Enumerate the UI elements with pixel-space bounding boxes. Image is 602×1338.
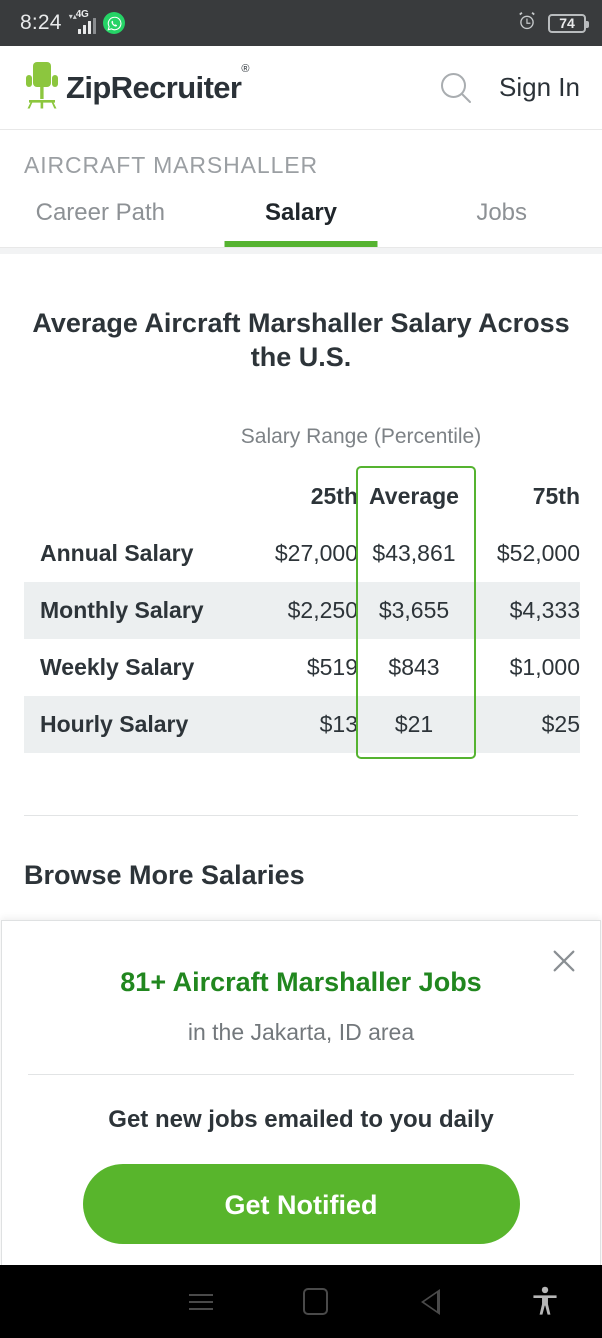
monthly-p25: $2,250 — [248, 582, 358, 639]
recents-glyph — [189, 1289, 213, 1315]
tab-career-path[interactable]: Career Path — [0, 193, 201, 247]
page-content: Average Aircraft Marshaller Salary Acros… — [0, 248, 602, 891]
status-bar-left: 8:24 ▾▴ 4G — [20, 11, 125, 35]
salary-table-body: Annual Salary $27,000 $43,861 $52,000 Mo… — [24, 525, 580, 753]
salary-table-head: 25th Average 75th — [24, 468, 580, 525]
annual-average: $43,861 — [358, 525, 470, 582]
job-title-section: AIRCRAFT MARSHALLER Career Path Salary J… — [0, 130, 602, 248]
android-nav-bar — [0, 1265, 602, 1338]
registered-mark: ® — [241, 63, 249, 75]
battery-level-label: 74 — [559, 15, 575, 31]
job-alert-modal: 81+ Aircraft Marshaller Jobs in the Jaka… — [1, 920, 601, 1265]
hourly-p25: $13 — [248, 696, 358, 753]
table-header-row: 25th Average 75th — [24, 468, 580, 525]
modal-subtitle: in the Jakarta, ID area — [2, 1019, 600, 1046]
status-bar-right: 74 — [516, 10, 586, 37]
salary-table: 25th Average 75th Annual Salary $27,000 … — [24, 468, 580, 753]
weekly-average: $843 — [358, 639, 470, 696]
get-notified-button[interactable]: Get Notified — [83, 1164, 520, 1244]
status-bar-clock: 8:24 — [20, 11, 62, 35]
back-triangle-icon[interactable] — [373, 1265, 488, 1338]
network-type-label: 4G — [76, 9, 89, 20]
weekly-p25: $519 — [248, 639, 358, 696]
alarm-clock-icon — [516, 10, 538, 37]
table-row: Weekly Salary $519 $843 $1,000 — [24, 639, 580, 696]
close-icon[interactable] — [542, 939, 586, 983]
accessibility-icon[interactable] — [487, 1265, 602, 1338]
page-title: Average Aircraft Marshaller Salary Acros… — [24, 307, 578, 375]
android-status-bar: 8:24 ▾▴ 4G 74 — [0, 0, 602, 46]
modal-divider — [28, 1074, 574, 1075]
header-75th: 75th — [470, 468, 580, 525]
header-average: Average — [358, 468, 470, 525]
brand-name: ZipRecruiter® — [66, 70, 249, 106]
header-blank — [24, 468, 248, 525]
browse-more-salaries-heading: Browse More Salaries — [24, 860, 578, 891]
hourly-average: $21 — [358, 696, 470, 753]
recents-menu-icon[interactable] — [143, 1265, 258, 1338]
table-row: Annual Salary $27,000 $43,861 $52,000 — [24, 525, 580, 582]
section-divider — [24, 815, 578, 816]
row-label-weekly: Weekly Salary — [24, 639, 248, 696]
tab-bar: Career Path Salary Jobs — [0, 193, 602, 248]
header-actions: Sign In — [435, 67, 580, 109]
whatsapp-icon — [103, 12, 125, 34]
row-label-hourly: Hourly Salary — [24, 696, 248, 753]
office-chair-icon — [24, 60, 62, 115]
breadcrumb-job-title: AIRCRAFT MARSHALLER — [0, 130, 602, 179]
weekly-p75: $1,000 — [470, 639, 580, 696]
table-row: Monthly Salary $2,250 $3,655 $4,333 — [24, 582, 580, 639]
annual-p75: $52,000 — [470, 525, 580, 582]
search-icon[interactable] — [435, 67, 477, 109]
battery-indicator: 74 — [548, 14, 586, 33]
salary-range-caption: Salary Range (Percentile) — [0, 425, 602, 449]
hourly-p75: $25 — [470, 696, 580, 753]
signal-bars-icon: ▾▴ 4G — [69, 12, 97, 34]
monthly-p75: $4,333 — [470, 582, 580, 639]
row-label-annual: Annual Salary — [24, 525, 248, 582]
annual-p25: $27,000 — [248, 525, 358, 582]
modal-cta-text: Get new jobs emailed to you daily — [2, 1106, 600, 1134]
brand-logo[interactable]: ZipRecruiter® — [24, 60, 249, 115]
signal-strength-bars — [78, 18, 97, 34]
nav-spacer — [0, 1265, 143, 1338]
modal-title: 81+ Aircraft Marshaller Jobs — [2, 967, 600, 998]
tab-salary[interactable]: Salary — [201, 193, 402, 247]
monthly-average: $3,655 — [358, 582, 470, 639]
header-25th: 25th — [248, 468, 358, 525]
salary-table-wrapper: 25th Average 75th Annual Salary $27,000 … — [24, 468, 578, 753]
home-glyph — [303, 1288, 328, 1315]
home-square-icon[interactable] — [258, 1265, 373, 1338]
site-header: ZipRecruiter® Sign In — [0, 46, 602, 130]
sign-in-button[interactable]: Sign In — [499, 72, 580, 103]
back-glyph — [421, 1289, 440, 1315]
tab-jobs[interactable]: Jobs — [401, 193, 602, 247]
row-label-monthly: Monthly Salary — [24, 582, 248, 639]
table-row: Hourly Salary $13 $21 $25 — [24, 696, 580, 753]
